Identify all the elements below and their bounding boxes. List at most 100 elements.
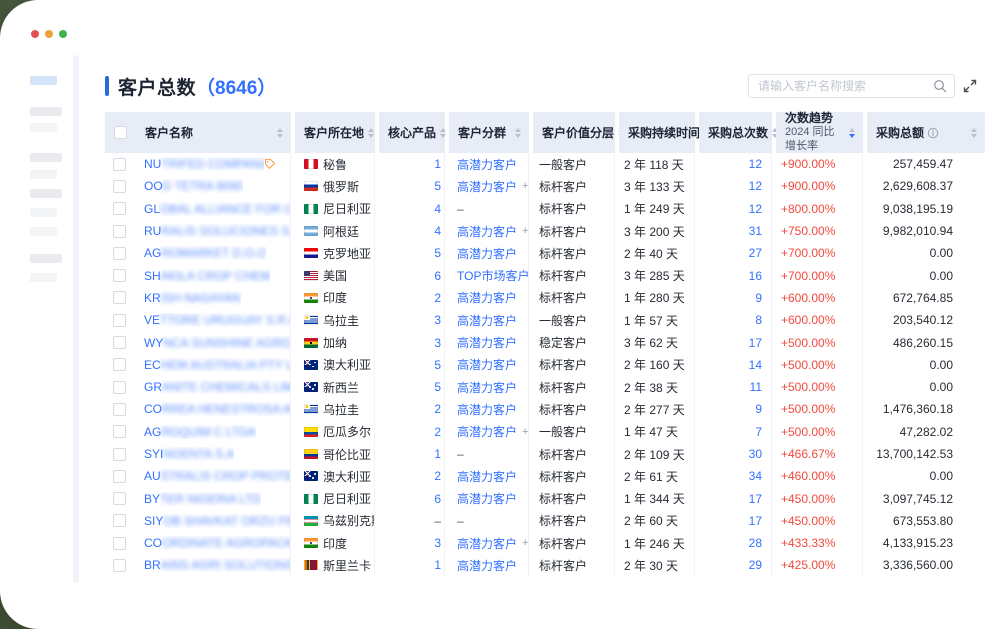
row-checkbox[interactable]	[113, 470, 126, 483]
purchase-count-link[interactable]: 29	[749, 558, 762, 572]
column-header-8[interactable]: 次数趋势2024 同比增长率	[776, 112, 863, 153]
column-header-7[interactable]: 采购总次数	[699, 112, 772, 153]
core-products-count[interactable]: 2	[434, 469, 441, 483]
purchase-count-link[interactable]: 28	[749, 536, 762, 550]
purchase-count-link[interactable]: 14	[749, 358, 762, 372]
customer-name-link[interactable]: GLOBAL ALLIANCE FOR CHEMICA...	[144, 202, 290, 216]
segment-link[interactable]: 高潜力客户	[457, 490, 517, 507]
core-products-count[interactable]: 6	[434, 269, 441, 283]
core-products-count[interactable]: 4	[434, 202, 441, 216]
purchase-count-link[interactable]: 9	[755, 402, 762, 416]
segment-link[interactable]: TOP市场客户	[457, 267, 529, 284]
segment-link[interactable]: 高潜力客户	[457, 334, 517, 351]
row-checkbox[interactable]	[113, 448, 126, 461]
column-header-1[interactable]: 客户名称	[105, 112, 291, 153]
purchase-count-link[interactable]: 17	[749, 514, 762, 528]
segment-link[interactable]: 高潜力客户	[457, 156, 517, 173]
sort-icon[interactable]	[440, 128, 446, 138]
core-products-count[interactable]: 4	[434, 224, 441, 238]
row-checkbox[interactable]	[113, 514, 126, 527]
purchase-count-link[interactable]: 12	[749, 179, 762, 193]
sort-icon[interactable]	[277, 128, 283, 138]
purchase-count-link[interactable]: 11	[750, 380, 762, 394]
core-products-count[interactable]: 2	[434, 291, 441, 305]
customer-name-link[interactable]: RURALIS SOLUCIONES S.A	[144, 224, 290, 238]
core-products-count[interactable]: 1	[434, 157, 441, 171]
segment-link[interactable]: 高潜力客户	[457, 379, 517, 396]
column-header-9[interactable]: 采购总额	[867, 112, 985, 153]
sort-icon[interactable]	[515, 128, 521, 138]
row-checkbox[interactable]	[113, 336, 126, 349]
segment-link[interactable]: 高潜力客户	[457, 356, 517, 373]
purchase-count-link[interactable]: 12	[749, 157, 762, 171]
segment-link[interactable]: 高潜力客户	[457, 289, 517, 306]
segment-link[interactable]: 高潜力客户	[457, 423, 517, 440]
select-all-checkbox[interactable]	[114, 126, 127, 139]
row-checkbox[interactable]	[113, 403, 126, 416]
segment-link[interactable]: 高潜力客户	[457, 401, 517, 418]
row-checkbox[interactable]	[113, 425, 126, 438]
customer-name-link[interactable]: AGROMARKET D.O.O	[144, 246, 266, 260]
customer-name-link[interactable]: BRAINS AGRI SOLUTIONS PVT LTD	[144, 558, 290, 572]
core-products-count[interactable]: 1	[434, 447, 441, 461]
sort-icon[interactable]	[849, 128, 855, 138]
search-icon[interactable]	[933, 79, 947, 93]
sort-icon[interactable]	[971, 128, 977, 138]
row-checkbox[interactable]	[113, 492, 126, 505]
segment-link[interactable]: 高潜力客户	[457, 468, 517, 485]
segment-link[interactable]: 高潜力客户	[457, 535, 517, 552]
row-checkbox[interactable]	[113, 314, 126, 327]
row-checkbox[interactable]	[113, 247, 126, 260]
core-products-count[interactable]: 3	[434, 313, 441, 327]
customer-name-link[interactable]: ECHEM AUSTRALIA PTY LIMITED	[144, 358, 290, 372]
purchase-count-link[interactable]: 30	[749, 447, 762, 461]
core-products-count[interactable]: 3	[434, 536, 441, 550]
core-products-count[interactable]: 5	[434, 179, 441, 193]
customer-name-link[interactable]: AGROQUIM C LTDA	[144, 425, 256, 439]
core-products-count[interactable]: 5	[434, 358, 441, 372]
row-checkbox[interactable]	[113, 180, 126, 193]
row-checkbox[interactable]	[113, 381, 126, 394]
customer-name-link[interactable]: BYTER NIGERIA LTD	[144, 492, 261, 506]
column-header-5[interactable]: 客户价值分层	[533, 112, 615, 153]
purchase-count-link[interactable]: 9	[755, 291, 762, 305]
customer-name-link[interactable]: KRISH NAGAYAN	[144, 291, 241, 305]
row-checkbox[interactable]	[113, 225, 126, 238]
row-checkbox[interactable]	[113, 269, 126, 282]
purchase-count-link[interactable]: 31	[749, 224, 762, 238]
search-input[interactable]	[758, 79, 933, 93]
customer-name-link[interactable]: CORREA HENESTROSA ALVARO R...	[144, 402, 290, 416]
segment-link[interactable]: 高潜力客户	[457, 178, 517, 195]
row-checkbox[interactable]	[113, 158, 126, 171]
column-header-3[interactable]: 核心产品	[379, 112, 445, 153]
column-header-6[interactable]: 采购持续时间	[619, 112, 695, 153]
customer-name-link[interactable]: COORDINATE AGROPACK PRIVATE ...	[144, 536, 290, 550]
core-products-count[interactable]: 5	[434, 246, 441, 260]
customer-name-link[interactable]: NUTRIFED COMPANIA S.A.C	[144, 157, 264, 171]
purchase-count-link[interactable]: 27	[749, 246, 762, 260]
row-checkbox[interactable]	[113, 291, 126, 304]
customer-name-link[interactable]: SHAKILA CROP CHEM	[144, 269, 270, 283]
customer-name-link[interactable]: WYNCA SUNSHINE AGRO PRODU...	[144, 336, 290, 350]
tag-icon[interactable]	[264, 158, 276, 170]
info-icon[interactable]	[927, 127, 939, 139]
segment-link[interactable]: 高潜力客户	[457, 245, 517, 262]
core-products-count[interactable]: 5	[434, 380, 441, 394]
customer-name-link[interactable]: OOD TETRA 9090	[144, 179, 243, 193]
purchase-count-link[interactable]: 17	[749, 492, 762, 506]
sort-icon[interactable]	[368, 128, 374, 138]
purchase-count-link[interactable]: 7	[755, 425, 762, 439]
purchase-count-link[interactable]: 16	[749, 269, 762, 283]
row-checkbox[interactable]	[113, 202, 126, 215]
purchase-count-link[interactable]: 17	[749, 336, 762, 350]
segment-link[interactable]: 高潜力客户	[457, 557, 517, 574]
column-header-2[interactable]: 客户所在地	[295, 112, 375, 153]
core-products-count[interactable]: 2	[434, 425, 441, 439]
customer-name-link[interactable]: GRANITE CHEMICALS LIMITED	[144, 380, 290, 394]
fullscreen-icon[interactable]	[962, 78, 978, 94]
core-products-count[interactable]: 6	[434, 492, 441, 506]
purchase-count-link[interactable]: 8	[755, 313, 762, 327]
customer-name-link[interactable]: VETTORE URUGUAY S.R.L	[144, 313, 290, 327]
purchase-count-link[interactable]: 12	[749, 202, 762, 216]
core-products-count[interactable]: 2	[434, 402, 441, 416]
